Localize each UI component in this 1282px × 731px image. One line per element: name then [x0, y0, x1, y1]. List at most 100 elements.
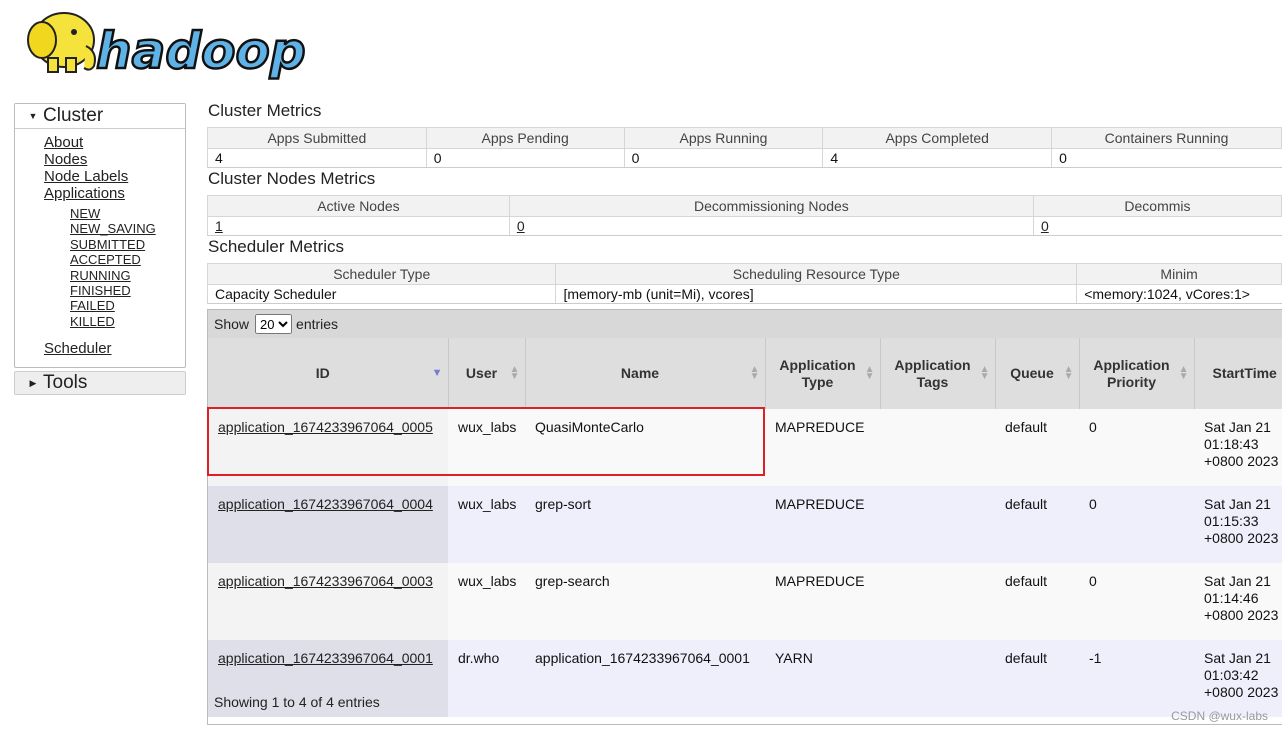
logo-text: hadoop [96, 22, 306, 80]
metric-value: 0 [425, 148, 625, 168]
nav-app-state-new-saving[interactable]: NEW_SAVING [70, 221, 156, 236]
nav-node-labels[interactable]: Node Labels [44, 168, 128, 185]
cell-tags [880, 486, 995, 563]
sidebar-cluster-panel: ▼ Cluster About Nodes Node Labels Applic… [14, 103, 186, 368]
metric-value: 4 [207, 148, 427, 168]
cell-queue: default [995, 409, 1079, 486]
nav-app-state-killed[interactable]: KILLED [70, 314, 115, 329]
cell-user: dr.who [448, 640, 525, 717]
cell-user: wux_labs [448, 486, 525, 563]
column-header-user[interactable]: User ▲ ▼ [448, 338, 526, 409]
cell-user: wux_labs [448, 563, 525, 640]
page-size-bar: Show 20 entries [208, 310, 1282, 338]
applications-panel: Show 20 entries ID ▼ User ▲ ▼ Name ▲ ▼ Applic… [207, 309, 1282, 725]
nav-app-state-failed[interactable]: FAILED [70, 298, 115, 313]
nodes-metrics-table: Active Nodes Decommissioning Nodes Decom… [207, 195, 1282, 236]
elephant-icon [27, 12, 96, 73]
show-label: Show [214, 316, 250, 332]
sort-icon: ▲ ▼ [1063, 364, 1074, 382]
cell-name: application_1674233967064_0001 [525, 640, 765, 717]
sort-icon: ▲ ▼ [1178, 364, 1189, 382]
column-header-tags[interactable]: Application Tags ▲ ▼ [880, 338, 996, 409]
metric-value: Capacity Scheduler [206, 284, 556, 304]
metric-value: 0 [1051, 148, 1282, 168]
metric-header: Decommis [1032, 195, 1282, 217]
page-size-select[interactable]: 20 [255, 314, 293, 334]
watermark: CSDN @wux-labs [1171, 709, 1268, 723]
entries-label: entries [296, 316, 339, 332]
cell-type: MAPREDUCE [765, 563, 880, 640]
table-row: application_1674233967064_0004 wux_labs … [208, 486, 1282, 563]
triangle-down-icon: ▼ [28, 111, 38, 121]
metric-value: [memory-mb (unit=Mi), vcores] [555, 284, 1077, 304]
metric-header: Minim [1076, 263, 1282, 285]
cell-name: grep-search [525, 563, 765, 640]
cell-starttime: Sat Jan 21 01:03:42 +0800 2023 [1194, 640, 1282, 717]
scheduler-metrics-table: Scheduler Type Scheduling Resource Type … [206, 263, 1282, 304]
cell-queue: default [995, 640, 1079, 717]
nav-app-state-running[interactable]: RUNNING [70, 268, 131, 283]
column-header-name[interactable]: Name ▲ ▼ [525, 338, 766, 409]
cluster-metrics-title: Cluster Metrics [208, 101, 322, 120]
cell-tags [880, 409, 995, 486]
cell-type: MAPREDUCE [765, 409, 880, 486]
cell-starttime: Sat Jan 21 01:15:33 +0800 2023 [1194, 486, 1282, 563]
metric-header: Apps Submitted [207, 127, 427, 149]
application-id-link[interactable]: application_1674233967064_0001 [218, 650, 433, 666]
metric-header: Containers Running [1051, 127, 1282, 149]
application-id-link[interactable]: application_1674233967064_0004 [218, 496, 433, 512]
column-header-type[interactable]: Application Type ▲ ▼ [765, 338, 881, 409]
nav-app-state-new[interactable]: NEW [70, 206, 100, 221]
cell-name: grep-sort [525, 486, 765, 563]
column-header-starttime[interactable]: StartTime [1194, 338, 1282, 409]
highlight-box [207, 407, 765, 476]
cell-tags [880, 640, 995, 717]
sidebar-tools-title: Tools [43, 372, 88, 393]
column-header-id[interactable]: ID ▼ [208, 338, 449, 409]
cell-starttime: Sat Jan 21 01:18:43 +0800 2023 [1194, 409, 1282, 486]
nav-app-state-submitted[interactable]: SUBMITTED [70, 237, 145, 252]
cluster-metrics-table: Apps Submitted Apps Pending Apps Running… [207, 127, 1282, 168]
nav-applications[interactable]: Applications [44, 185, 125, 202]
decommissioning-nodes-link[interactable]: 0 [517, 218, 525, 234]
cell-type: YARN [765, 640, 880, 717]
nodes-metrics-title: Cluster Nodes Metrics [208, 169, 376, 188]
nav-app-state-accepted[interactable]: ACCEPTED [70, 252, 141, 267]
metric-header: Apps Pending [425, 127, 625, 149]
nav-nodes[interactable]: Nodes [44, 151, 87, 168]
nav-app-state-finished[interactable]: FINISHED [70, 283, 131, 298]
table-row: application_1674233967064_0003 wux_labs … [208, 563, 1282, 640]
column-header-queue[interactable]: Queue ▲ ▼ [995, 338, 1080, 409]
metric-value: 0 [623, 148, 823, 168]
column-header-priority[interactable]: Application Priority ▲ ▼ [1079, 338, 1195, 409]
cell-tags [880, 563, 995, 640]
applications-table: ID ▼ User ▲ ▼ Name ▲ ▼ Application Type ▲ ▼ Appl… [208, 338, 1282, 717]
sidebar-cluster-header[interactable]: ▼ Cluster [15, 104, 185, 129]
sidebar-tools-header[interactable]: ▶ Tools [15, 372, 185, 394]
sort-icon: ▲ ▼ [509, 364, 520, 382]
decommissioned-nodes-link[interactable]: 0 [1041, 218, 1049, 234]
metric-header: Apps Running [623, 127, 824, 149]
triangle-right-icon: ▶ [29, 377, 37, 388]
cell-priority: 0 [1079, 486, 1194, 563]
sort-icon: ▲ ▼ [979, 364, 990, 382]
cell-priority: 0 [1079, 409, 1194, 486]
active-nodes-link[interactable]: 1 [215, 218, 223, 234]
metric-header: Scheduling Resource Type [555, 263, 1078, 285]
scheduler-metrics-title: Scheduler Metrics [208, 237, 345, 256]
hadoop-logo: hadoop [14, 6, 314, 82]
application-id-link[interactable]: application_1674233967064_0003 [218, 573, 433, 589]
nav-about[interactable]: About [44, 134, 83, 151]
metric-header: Active Nodes [207, 195, 510, 217]
sidebar-tools-panel[interactable]: ▶ Tools [14, 371, 186, 395]
cell-priority: 0 [1079, 563, 1194, 640]
cell-type: MAPREDUCE [765, 486, 880, 563]
table-info-footer: Showing 1 to 4 of 4 entries [214, 694, 380, 710]
metric-value: <memory:1024, vCores:1> [1076, 284, 1282, 304]
cell-starttime: Sat Jan 21 01:14:46 +0800 2023 [1194, 563, 1282, 640]
metric-header: Apps Completed [822, 127, 1053, 149]
nav-scheduler[interactable]: Scheduler [44, 340, 112, 357]
cell-queue: default [995, 563, 1079, 640]
sort-icon: ▲ ▼ [864, 364, 875, 382]
sort-icon: ▲ ▼ [749, 364, 760, 382]
